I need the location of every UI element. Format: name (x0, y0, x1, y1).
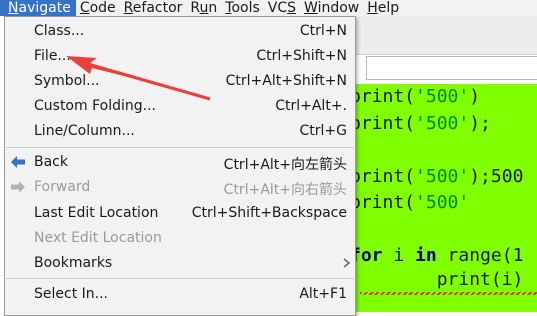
menu-item-shortcut: Ctrl+Alt+向左箭头 (223, 157, 347, 173)
menu-vcs[interactable]: VCS (264, 0, 300, 16)
menu-item-label: Custom Folding... (34, 98, 156, 114)
menu-refactor-label: efactor (132, 0, 183, 16)
code-keyword: in (415, 245, 437, 266)
forward-arrow-icon (10, 179, 26, 195)
menu-item-file[interactable]: File... Ctrl+Shift+N (5, 44, 355, 69)
code-text: i (382, 245, 416, 266)
menu-item-forward: Forward Ctrl+Alt+向右箭头 (5, 175, 355, 200)
code-text: print( (350, 166, 416, 187)
menu-code[interactable]: Code (76, 0, 120, 16)
code-text: print( (350, 86, 416, 107)
code-line: print('500' (350, 192, 469, 213)
menu-tools-label: ools (231, 0, 260, 16)
code-text: range(1 (436, 245, 524, 266)
menu-navigate-mnemonic: N (8, 0, 19, 16)
menu-item-shortcut: Ctrl+N (299, 23, 347, 39)
menu-vcs-pre: VC (267, 0, 288, 16)
menu-item-last-edit-location[interactable]: Last Edit Location Ctrl+Shift+Backspace (5, 201, 355, 226)
menu-code-label: ode (89, 0, 116, 16)
menu-bar: Navigate Code Refactor Run Tools VCS Win… (0, 0, 537, 16)
code-string: '500' (415, 192, 470, 213)
code-line: print('500'); (350, 113, 491, 134)
menu-item-next-edit-location: Next Edit Location (5, 226, 355, 251)
menu-navigate[interactable]: Navigate (0, 0, 76, 16)
menu-item-label: Last Edit Location (34, 205, 159, 221)
menu-item-label: Class... (34, 23, 85, 39)
menu-code-mnemonic: C (79, 0, 90, 16)
menu-item-class[interactable]: Class... Ctrl+N (5, 19, 355, 44)
menu-item-shortcut: Ctrl+Shift+N (256, 48, 347, 64)
menu-item-label: Back (34, 154, 68, 170)
menu-item-label: Symbol... (34, 73, 100, 89)
menu-item-label: Forward (34, 179, 91, 195)
code-line: print('500') (350, 86, 480, 107)
code-text: ) (469, 86, 481, 107)
code-string: '500' (415, 86, 470, 107)
code-text: );500 (469, 166, 524, 187)
menu-item-label: Bookmarks (34, 255, 113, 271)
code-line: for i in range(1 (350, 245, 523, 266)
menu-window-mnemonic: W (304, 0, 318, 16)
code-text: ); (469, 113, 491, 134)
error-squiggle (360, 292, 537, 295)
back-arrow-icon (10, 154, 26, 170)
menu-navigate-label: avigate (18, 0, 71, 16)
menu-help-mnemonic: H (367, 0, 378, 16)
menu-item-label: Line/Column... (34, 123, 135, 139)
menu-item-shortcut: Ctrl+Alt+Shift+N (225, 73, 347, 89)
menu-run-pre: R (190, 0, 200, 16)
code-editor[interactable]: print('500') print('500'); print('500');… (350, 84, 537, 312)
toolbar-area (350, 16, 537, 55)
menu-item-shortcut: Ctrl+Alt+. (275, 98, 347, 114)
menu-run[interactable]: Run (186, 0, 221, 16)
code-string: '500' (415, 166, 470, 187)
menu-refactor-mnemonic: R (123, 0, 133, 16)
menu-item-label: Next Edit Location (34, 230, 162, 246)
menu-separator (6, 278, 354, 279)
menu-item-shortcut: Ctrl+Shift+Backspace (191, 205, 347, 221)
menu-item-shortcut: Ctrl+Alt+向右箭头 (223, 182, 347, 198)
code-text: print(i) (350, 269, 524, 290)
menu-item-symbol[interactable]: Symbol... Ctrl+Alt+Shift+N (5, 69, 355, 94)
menu-separator (6, 147, 354, 148)
menu-refactor[interactable]: Refactor (120, 0, 187, 16)
code-string: '500' (415, 113, 470, 134)
menu-vcs-mnemonic: S (287, 0, 297, 16)
menu-help-label: elp (377, 0, 400, 16)
menu-item-shortcut: Alt+F1 (299, 286, 347, 302)
menu-item-label: File... (34, 48, 71, 64)
code-line: print(i) (350, 269, 524, 290)
code-text: print( (350, 192, 416, 213)
menu-item-select-in[interactable]: Select In... Alt+F1 (5, 282, 355, 307)
chevron-right-icon (341, 256, 353, 270)
menu-help[interactable]: Help (363, 0, 403, 16)
menu-item-shortcut: Ctrl+G (299, 123, 348, 139)
menu-item-bookmarks[interactable]: Bookmarks (5, 251, 355, 276)
menu-item-back[interactable]: Back Ctrl+Alt+向左箭头 (5, 150, 355, 175)
navigation-input[interactable] (366, 56, 537, 80)
menu-item-custom-folding[interactable]: Custom Folding... Ctrl+Alt+. (5, 94, 355, 119)
menu-window[interactable]: Window (300, 0, 363, 16)
code-text: print( (350, 113, 416, 134)
menu-item-label: Select In... (34, 286, 108, 302)
navigate-dropdown-menu: Class... Ctrl+N File... Ctrl+Shift+N Sym… (4, 16, 356, 316)
menu-item-line-column[interactable]: Line/Column... Ctrl+G (5, 119, 355, 144)
menu-run-post: n (208, 0, 218, 16)
menu-window-label: indow (317, 0, 360, 16)
menu-tools[interactable]: Tools (221, 0, 264, 16)
code-line: print('500');500 (350, 166, 523, 187)
